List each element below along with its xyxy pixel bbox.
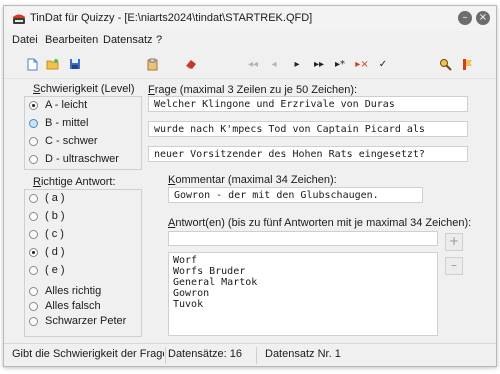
radio-icon [29,316,38,326]
answer-input[interactable] [168,231,438,246]
window-title: TinDat für Quizzy - [E:\niarts2024\tinda… [30,12,313,24]
correct-answer-d[interactable]: ( d ) [29,246,65,258]
comment-label: Kommentar (maximal 34 Zeichen): [168,174,337,186]
menu-bearbeiten[interactable]: Bearbeiten [45,34,98,46]
toolbar: ◂◂ ◂ ▸ ▸▸ ▸* ▸× ✓ [4,50,496,79]
list-item[interactable]: General Martok [173,277,433,288]
status-bar: Gibt die Schwierigkeit der Frage an Date… [4,343,496,366]
app-icon [13,14,25,24]
radio-icon [29,247,38,257]
list-item[interactable]: Tuvok [173,299,433,310]
menu-bar: Datei Bearbeiten Datensatz ? [4,31,496,50]
correct-answer-b[interactable]: ( b ) [29,210,65,222]
radio-icon [29,154,38,164]
search-icon[interactable] [437,56,453,72]
question-line-1[interactable]: Welcher Klingone und Erzrivale von Duras [148,96,468,112]
open-folder-icon[interactable] [45,56,61,72]
remove-answer-button[interactable]: – [445,257,463,275]
status-hint: Gibt die Schwierigkeit der Frage an [12,348,164,360]
question-line-3[interactable]: neuer Vorsitzender des Hohen Rats einges… [148,146,468,162]
correct-answer-c[interactable]: ( c ) [29,228,64,240]
status-current-record: Datensatz Nr. 1 [265,348,341,360]
answer-list[interactable]: Worf Worfs Bruder General Martok Gowron … [168,252,438,336]
previous-record-icon[interactable]: ◂ [266,56,282,72]
correct-answer-e[interactable]: ( e ) [29,264,65,276]
menu-datei[interactable]: Datei [12,34,38,46]
save-disk-icon[interactable] [67,56,83,72]
radio-icon [29,286,38,296]
question-line-2[interactable]: wurde nach K'mpecs Tod von Captain Picar… [148,121,468,137]
correct-answer-all-wrong[interactable]: Alles falsch [29,300,101,312]
difficulty-option-c[interactable]: C - schwer [29,135,98,147]
list-item[interactable]: Gowron [173,288,433,299]
add-answer-button[interactable]: + [445,233,463,251]
radio-icon [29,100,38,110]
radio-icon [29,265,38,275]
status-separator [256,347,257,364]
difficulty-option-b[interactable]: B - mittel [29,117,88,129]
radio-icon [29,301,38,311]
eraser-icon[interactable] [183,56,199,72]
difficulty-title: Schwierigkeit (Level) [32,83,136,95]
radio-icon [29,211,38,221]
correct-answer-title: Richtige Antwort: [32,176,117,188]
correct-answer-a[interactable]: ( a ) [29,192,65,204]
minimize-button[interactable]: – [458,11,472,25]
last-record-icon[interactable]: ▸▸ [311,56,327,72]
comment-field[interactable]: Gowron - der mit den Glubschaugen. [168,187,423,203]
menu-help[interactable]: ? [156,34,162,46]
delete-record-icon[interactable]: ▸× [354,56,370,72]
app-window: TinDat für Quizzy - [E:\niarts2024\tinda… [3,5,497,367]
title-bar: TinDat für Quizzy - [E:\niarts2024\tinda… [4,6,496,31]
append-record-icon[interactable]: ▸* [332,56,348,72]
confirm-icon[interactable]: ✓ [375,56,391,72]
answers-label: Antwort(en) (bis zu fünf Antworten mit j… [168,217,472,229]
bookmark-icon[interactable] [459,56,475,72]
first-record-icon[interactable]: ◂◂ [245,56,261,72]
list-item[interactable]: Worfs Bruder [173,266,433,277]
difficulty-option-a[interactable]: A - leicht [29,99,87,111]
status-separator [165,347,166,364]
status-record-count: Datensätze: 16 [168,348,242,360]
menu-datensatz[interactable]: Datensatz [103,34,153,46]
radio-icon [29,193,38,203]
question-label: Frage (maximal 3 Zeilen zu je 50 Zeichen… [148,84,358,96]
new-file-icon[interactable] [24,56,40,72]
list-item[interactable]: Worf [173,255,433,266]
radio-icon [29,136,38,146]
radio-icon [29,229,38,239]
difficulty-option-d[interactable]: D - ultraschwer [29,153,119,165]
correct-answer-all-right[interactable]: Alles richtig [29,285,101,297]
correct-answer-schwarzer-peter[interactable]: Schwarzer Peter [29,315,126,327]
radio-icon [29,118,38,128]
clipboard-icon[interactable] [144,56,160,72]
next-record-icon[interactable]: ▸ [289,56,305,72]
close-button[interactable]: × [476,11,490,25]
